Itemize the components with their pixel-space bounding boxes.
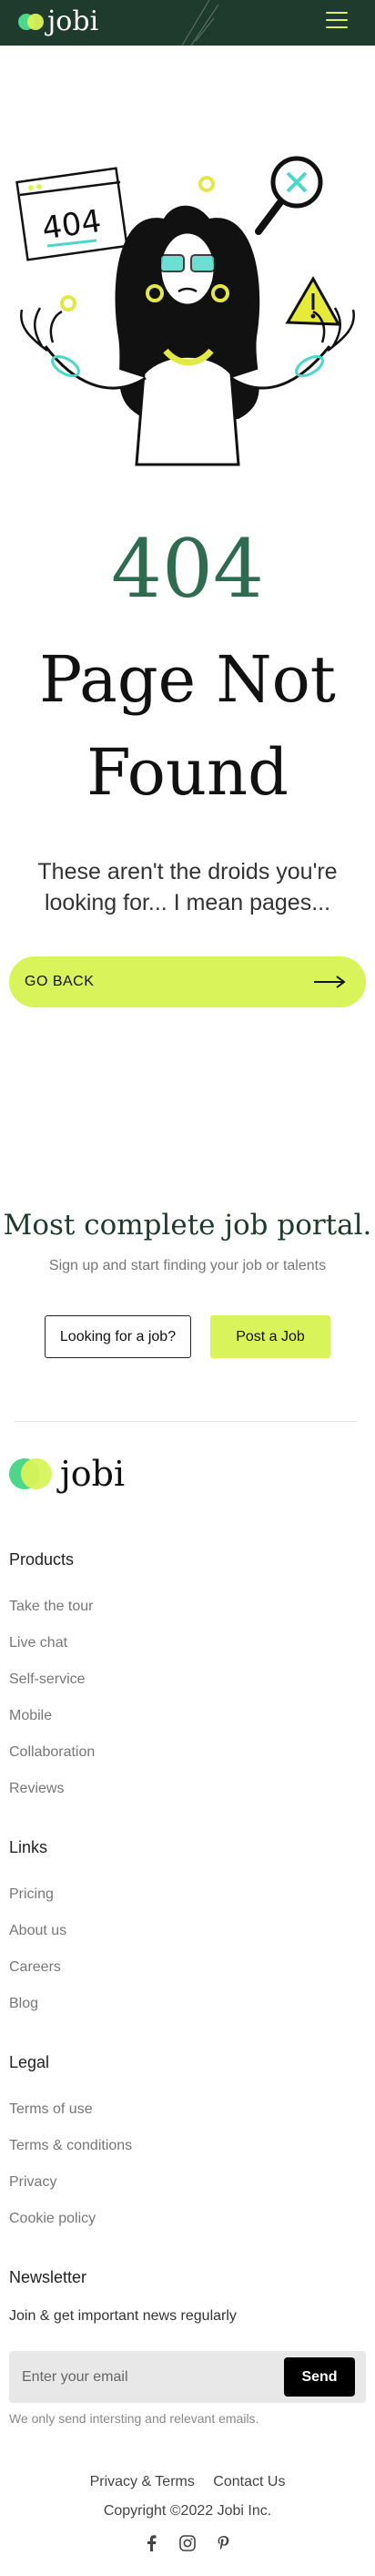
logo-mark-icon xyxy=(18,14,46,30)
top-navbar: jobi xyxy=(0,0,375,46)
post-job-button[interactable]: Post a Job xyxy=(210,1315,330,1358)
copyright-text: Copyright ©2022 Jobi Inc. xyxy=(103,2503,272,2519)
cta-subtitle: Sign up and start finding your job or ta… xyxy=(48,1258,327,1273)
page-title-line-1: Page Not xyxy=(39,642,336,717)
footer-divider xyxy=(15,1421,357,1422)
warning-icon xyxy=(285,275,341,326)
footer-link-cookie-policy[interactable]: Cookie policy xyxy=(9,2211,96,2227)
logo-mark-icon xyxy=(9,1458,52,1489)
footer-link-live-chat[interactable]: Live chat xyxy=(9,1635,67,1651)
go-back-label: GO BACK xyxy=(25,974,95,989)
footer-link-collaboration[interactable]: Collaboration xyxy=(9,1744,95,1761)
footer-link-blog[interactable]: Blog xyxy=(9,1996,38,2012)
page-title-line-2: Found xyxy=(86,735,289,810)
footer-link-careers[interactable]: Careers xyxy=(9,1959,61,1976)
error-subtitle: These aren't the droids you're looking f… xyxy=(37,859,338,915)
cta-title: Most complete job portal. xyxy=(3,1209,372,1242)
newsletter-note: We only send intersting and relevant ema… xyxy=(9,2411,259,2426)
error-code: 404 xyxy=(111,522,264,616)
pinterest-icon[interactable] xyxy=(215,2534,233,2552)
legal-heading: Legal xyxy=(9,2053,50,2071)
header-decoration xyxy=(181,0,219,46)
404-illustration: 404 xyxy=(15,156,356,466)
contact-us-link[interactable]: Contact Us xyxy=(213,2474,285,2489)
links-heading: Links xyxy=(9,1838,48,1856)
footer-link-privacy[interactable]: Privacy xyxy=(9,2174,56,2191)
footer-link-pricing[interactable]: Pricing xyxy=(9,1886,54,1903)
magnifier-icon xyxy=(255,156,323,235)
brand-name: jobi xyxy=(47,5,99,37)
page-title: Page Not Found xyxy=(18,633,357,819)
products-heading: Products xyxy=(9,1550,75,1569)
facebook-icon[interactable] xyxy=(142,2534,160,2552)
newsletter-text: Join & get important news regularly xyxy=(9,2308,237,2324)
send-button[interactable]: Send xyxy=(284,2357,355,2397)
instagram-icon[interactable] xyxy=(178,2534,197,2552)
footer-link-terms-of-use[interactable]: Terms of use xyxy=(9,2101,93,2118)
footer-brand-name: jobi xyxy=(60,1454,126,1494)
looking-for-job-button[interactable]: Looking for a job? xyxy=(45,1315,191,1358)
privacy-terms-link[interactable]: Privacy & Terms xyxy=(90,2474,195,2489)
footer-link-self-service[interactable]: Self-service xyxy=(9,1671,86,1688)
footer-link-reviews[interactable]: Reviews xyxy=(9,1781,64,1797)
footer-link-about-us[interactable]: About us xyxy=(9,1923,66,1939)
bottom-links: Privacy & Terms Contact Us xyxy=(0,2474,375,2490)
social-links xyxy=(0,2534,375,2552)
404-window-icon: 404 xyxy=(15,167,128,261)
go-back-button[interactable]: GO BACK xyxy=(9,956,366,1007)
footer-brand-logo[interactable]: jobi xyxy=(9,1454,125,1494)
arrow-right-icon xyxy=(314,976,346,988)
footer-link-terms-conditions[interactable]: Terms & conditions xyxy=(9,2138,132,2154)
footer-link-take-the-tour[interactable]: Take the tour xyxy=(9,1599,94,1615)
email-input[interactable] xyxy=(9,2351,273,2403)
footer-link-mobile[interactable]: Mobile xyxy=(9,1708,52,1724)
newsletter-heading: Newsletter xyxy=(9,2268,87,2286)
brand-logo[interactable]: jobi xyxy=(18,5,98,38)
hamburger-menu-icon[interactable] xyxy=(326,12,348,32)
